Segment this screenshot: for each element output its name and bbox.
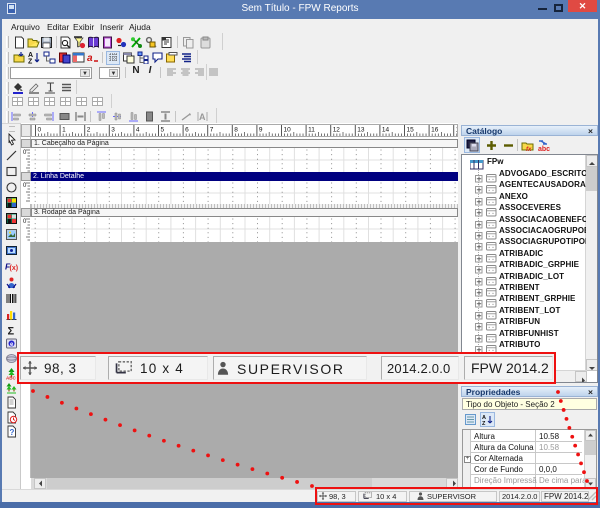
svg-text:0: 0 <box>23 219 27 225</box>
svg-text:10: 10 <box>284 127 292 134</box>
svg-text:5: 5 <box>161 127 165 134</box>
svg-text:ABC: ABC <box>6 376 16 381</box>
svg-text:8: 8 <box>234 127 238 134</box>
svg-text:a: a <box>87 53 93 64</box>
svg-text:6: 6 <box>185 127 189 134</box>
svg-text:0: 0 <box>38 127 42 134</box>
svg-text:(x): (x) <box>10 265 19 272</box>
svg-text:?: ? <box>10 428 15 437</box>
svg-text:13: 13 <box>357 127 365 134</box>
svg-text:14: 14 <box>382 127 390 134</box>
svg-text:4: 4 <box>136 127 140 134</box>
svg-text:16: 16 <box>431 127 439 134</box>
svg-text:11: 11 <box>308 127 315 134</box>
svg-text:1: 1 <box>62 127 66 134</box>
svg-text:0: 0 <box>23 183 27 189</box>
svg-text:3: 3 <box>111 127 115 134</box>
svg-text:Z: Z <box>482 421 486 426</box>
svg-text:2: 2 <box>87 127 91 134</box>
svg-text:A: A <box>199 112 206 122</box>
svg-text:fx: fx <box>526 147 532 152</box>
svg-text:0: 0 <box>23 150 27 156</box>
svg-text:9: 9 <box>259 127 263 134</box>
svg-text:15: 15 <box>407 127 415 134</box>
svg-text:7: 7 <box>210 127 214 134</box>
svg-text:abc: abc <box>538 146 550 152</box>
svg-text:Σ: Σ <box>8 326 15 338</box>
svg-text:12: 12 <box>333 127 341 134</box>
